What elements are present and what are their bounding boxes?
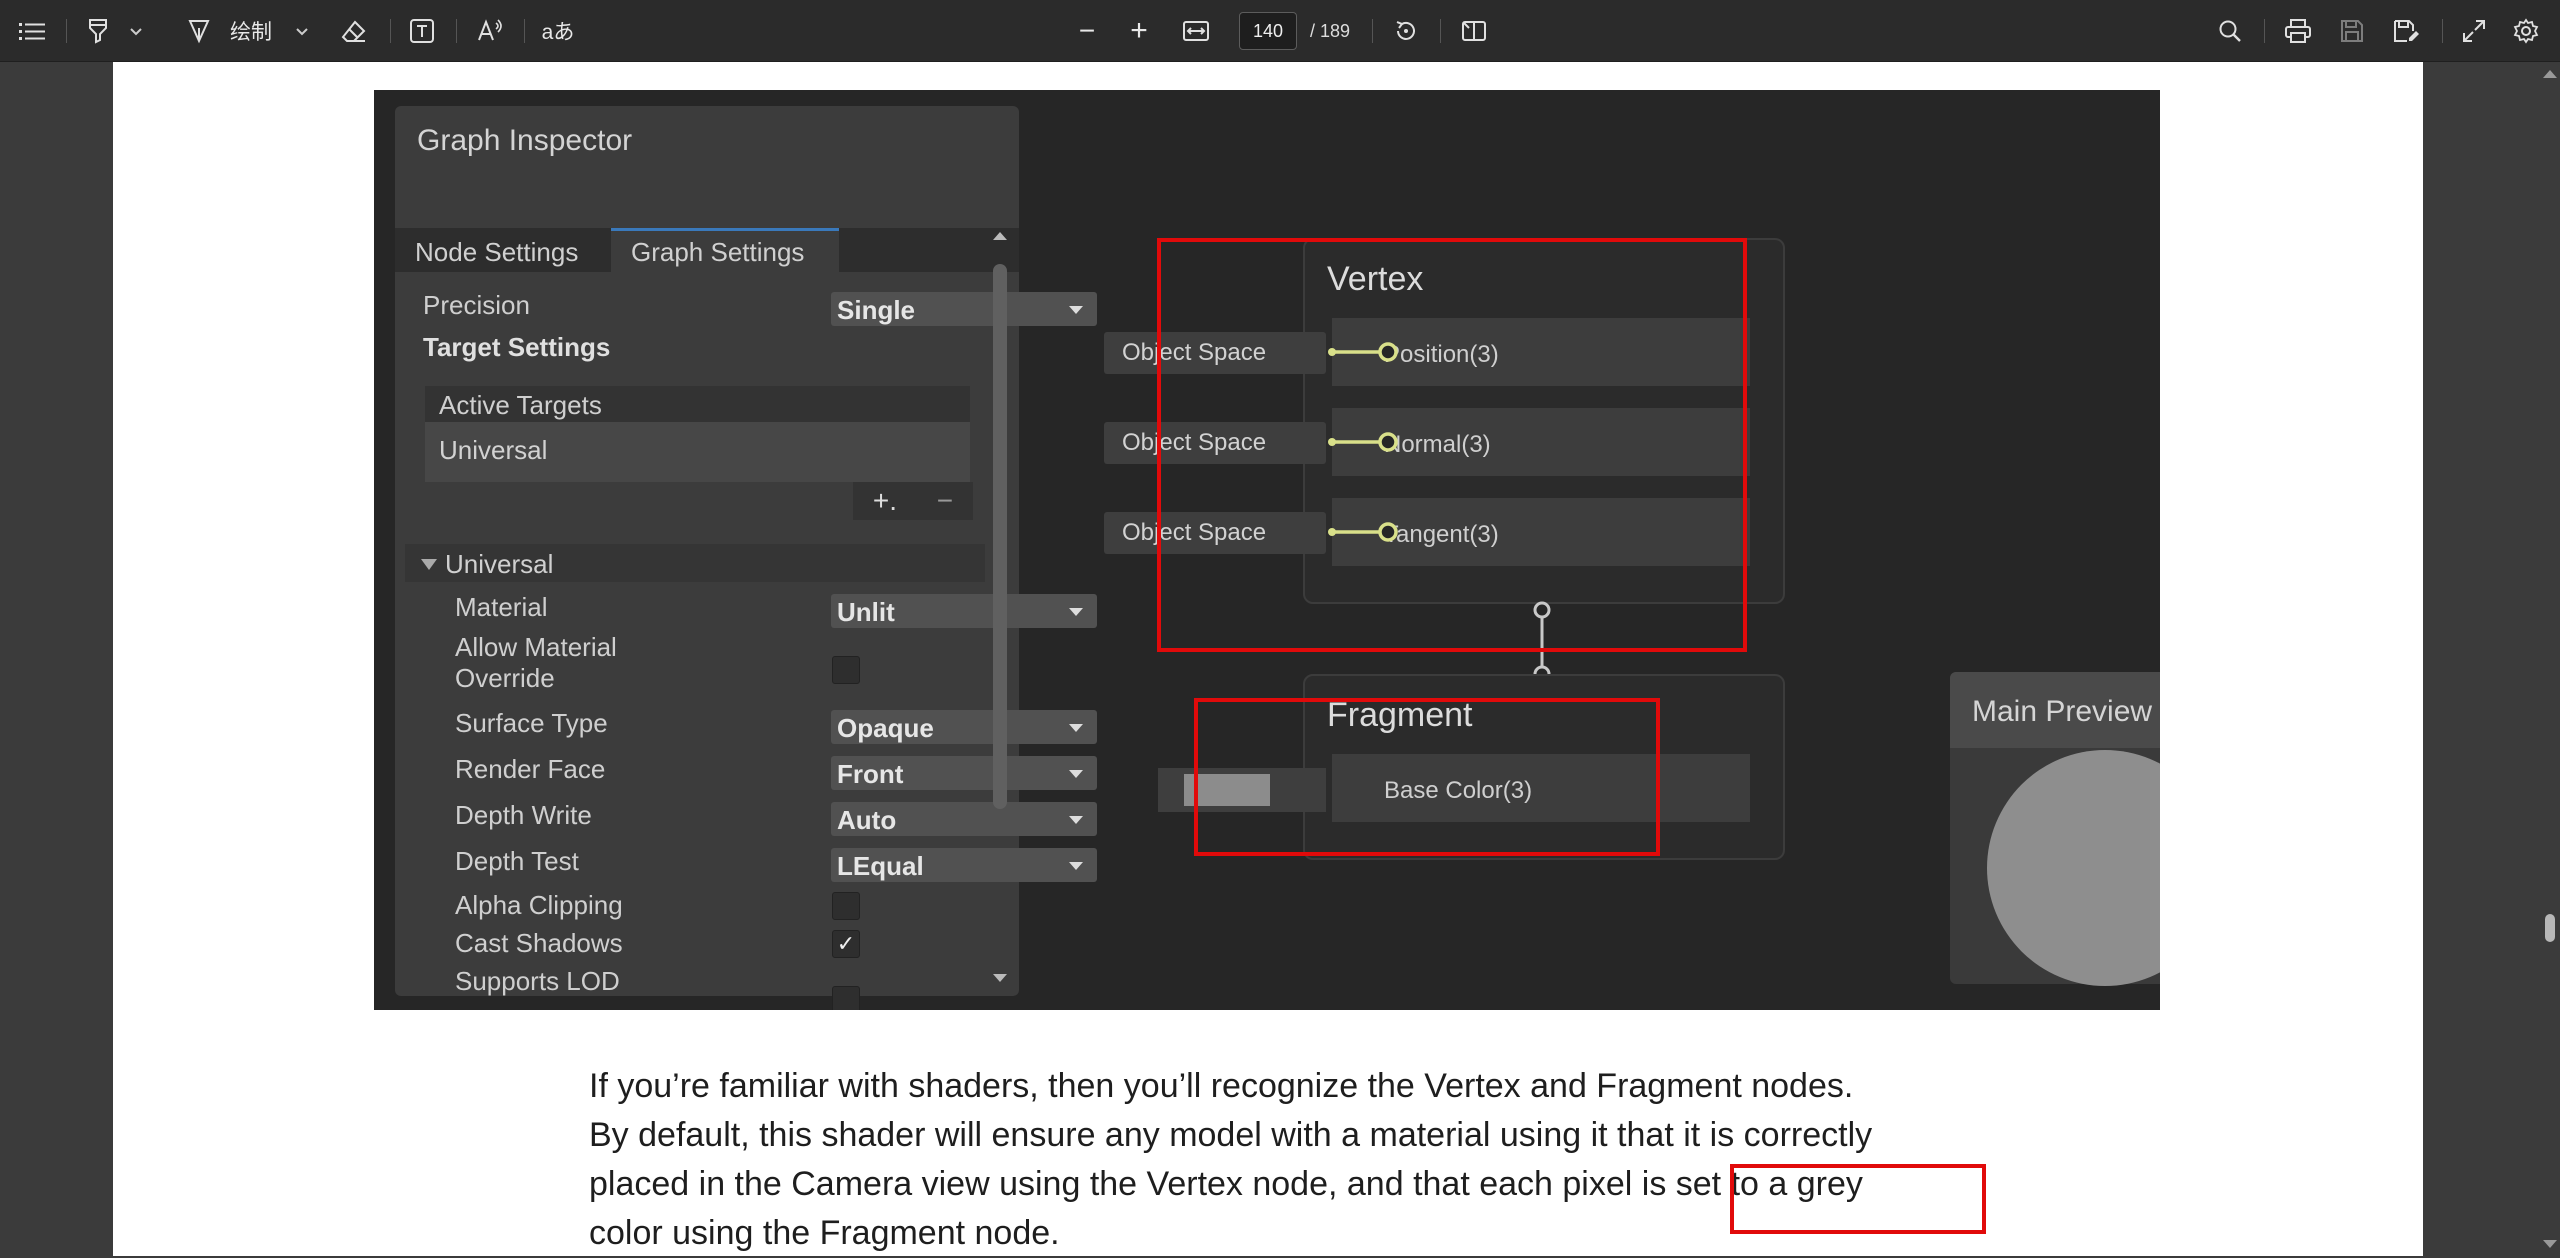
document-scroll-thumb[interactable] [2545, 914, 2555, 942]
fullscreen-icon[interactable] [2456, 0, 2492, 62]
paragraph-line: If you’re familiar with shaders, then yo… [589, 1067, 1854, 1105]
toolbar-separator [2264, 19, 2265, 43]
paragraph-line: By default, this shader will ensure any … [589, 1116, 1873, 1154]
draw-label[interactable]: 绘制 [226, 0, 276, 62]
highlighter-icon[interactable] [82, 0, 114, 62]
read-aloud-icon[interactable] [472, 0, 508, 62]
pdf-page: Graph Inspector Node Settings Graph Sett… [113, 62, 2423, 1256]
save-icon[interactable] [2334, 0, 2370, 62]
fit-width-icon[interactable] [1178, 0, 1214, 62]
list-icon[interactable] [14, 0, 50, 62]
page-number-input[interactable]: 140 [1239, 12, 1297, 50]
page-total: / 189 [1310, 21, 1351, 41]
translate-button[interactable]: aあ [538, 0, 578, 62]
scroll-down-arrow-icon[interactable] [2543, 1240, 2557, 1248]
chevron-down-icon[interactable] [124, 0, 148, 62]
text-box-icon[interactable] [404, 0, 440, 62]
settings-icon[interactable] [2508, 0, 2544, 62]
toolbar-separator [524, 19, 525, 43]
toolbar: 绘制 aあ − + 140 / 189 [0, 0, 2560, 62]
zoom-in-button[interactable]: + [1124, 0, 1154, 62]
document-viewer: Graph Inspector Node Settings Graph Sett… [0, 62, 2560, 1256]
chevron-down-icon[interactable] [290, 0, 314, 62]
page-view-icon[interactable] [1456, 0, 1492, 62]
main-preview-title: Main Preview [1950, 672, 2160, 748]
toolbar-separator [66, 19, 67, 43]
text-highlight-box [1730, 1164, 1986, 1234]
rotate-icon[interactable] [1388, 0, 1424, 62]
main-preview-panel: Main Preview [1950, 672, 2160, 986]
vertex-highlight-box [1157, 238, 1747, 652]
pen-icon[interactable] [182, 0, 216, 62]
preview-sphere [1987, 750, 2160, 986]
fragment-highlight-box [1194, 698, 1660, 856]
toolbar-separator [1440, 19, 1441, 43]
print-icon[interactable] [2280, 0, 2316, 62]
toolbar-separator [2442, 19, 2443, 43]
toolbar-separator [456, 19, 457, 43]
toolbar-separator [1372, 19, 1373, 43]
save-as-icon[interactable] [2388, 0, 2424, 62]
zoom-out-button[interactable]: − [1072, 0, 1102, 62]
figure-screenshot: Graph Inspector Node Settings Graph Sett… [374, 90, 2160, 1010]
search-icon[interactable] [2212, 0, 2248, 62]
toolbar-separator [390, 19, 391, 43]
scroll-up-arrow-icon[interactable] [2543, 70, 2557, 78]
eraser-icon[interactable] [336, 0, 372, 62]
